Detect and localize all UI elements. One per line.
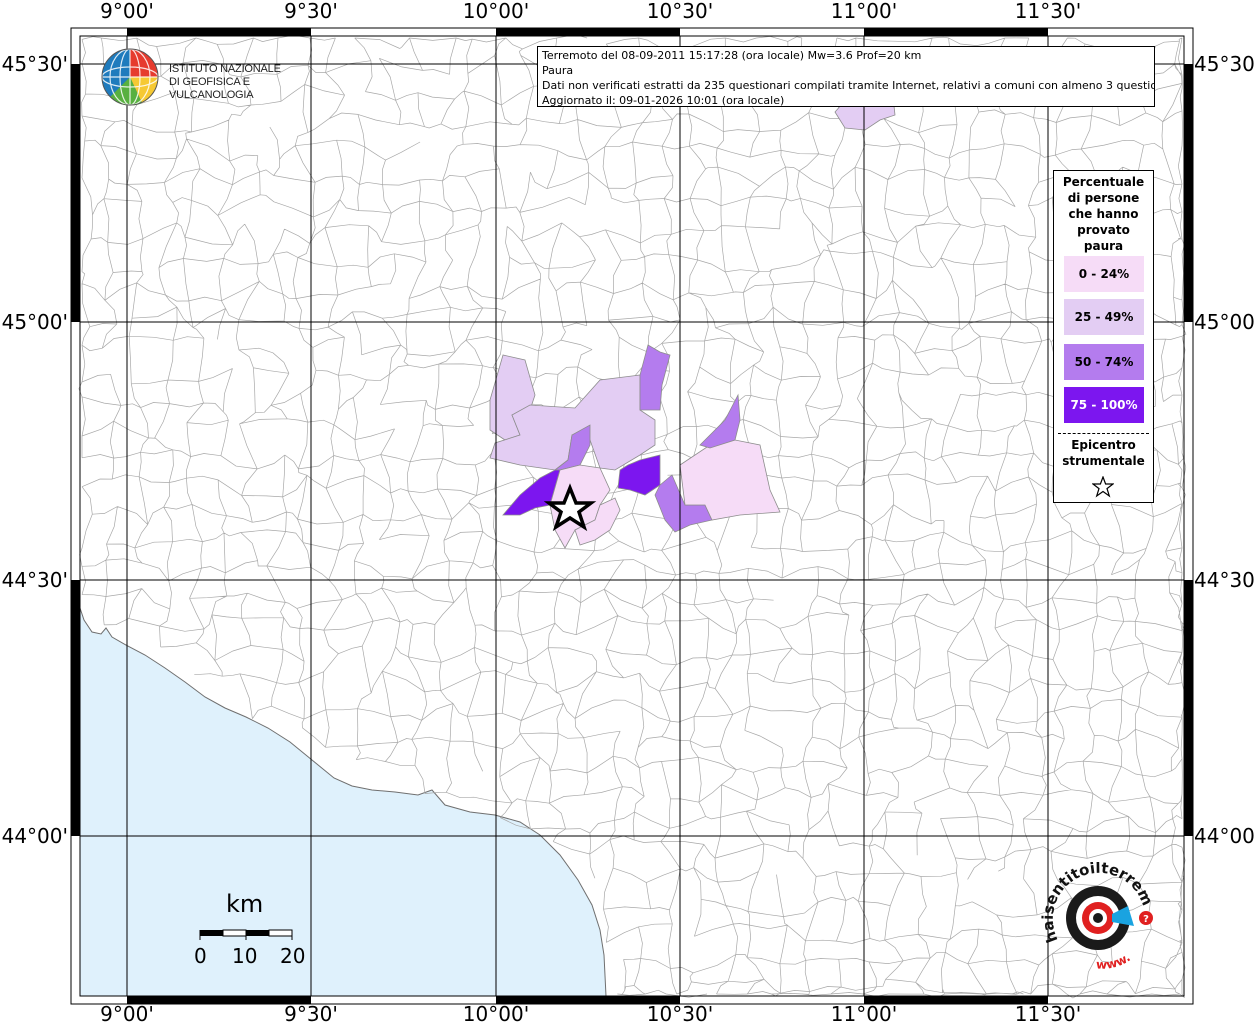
lat-label: 45°00' <box>1194 310 1256 334</box>
event-info-box: Terremoto del 08-09-2011 15:17:28 (ora l… <box>537 46 1155 107</box>
legend-class-label: 0 - 24% <box>1078 267 1130 281</box>
lon-label: 10°00' <box>463 1002 529 1024</box>
lon-label: 11°30' <box>1015 1002 1081 1024</box>
lon-label: 9°30' <box>284 0 338 23</box>
lat-label: 44°00' <box>2 824 68 848</box>
event-title: Terremoto del 08-09-2011 15:17:28 (ora l… <box>542 49 922 62</box>
scale-bar: km 0 10 20 <box>190 890 310 970</box>
lat-label: 44°00' <box>1194 824 1256 848</box>
lat-labels-left: 45°30' 45°00' 44°30' 44°00' <box>2 52 68 848</box>
lon-label: 9°00' <box>100 1002 154 1024</box>
legend-class-label: 25 - 49% <box>1074 310 1134 324</box>
lat-label: 45°00' <box>2 310 68 334</box>
legend-class-0-24: 0 - 24% <box>1064 256 1144 292</box>
scale-graphic <box>199 929 293 940</box>
legend-class-50-74: 50 - 74% <box>1064 344 1144 380</box>
ingv-line2: DI GEOFISICA E VULCANOLOGIA <box>169 76 254 101</box>
lat-label: 44°30' <box>1194 568 1256 592</box>
lat-labels-right: 45°30' 45°00' 44°30' 44°00' <box>1194 52 1256 848</box>
lon-label: 10°00' <box>463 0 529 23</box>
lon-label: 10°30' <box>647 1002 713 1024</box>
legend-class-label: 75 - 100% <box>1070 398 1138 412</box>
globe-icon <box>101 48 159 106</box>
scale-tick-label: 20 <box>280 944 306 968</box>
ingv-logo: ISTITUTO NAZIONALE DI GEOFISICA E VULCAN… <box>100 47 310 109</box>
lon-label: 10°30' <box>647 0 713 23</box>
legend-divider <box>1058 433 1149 434</box>
hai-sentito-logo: haisentitoilterremoto.it www. ? <box>1036 862 1157 972</box>
legend-class-label: 50 - 74% <box>1074 355 1134 369</box>
scale-unit: km <box>226 890 264 918</box>
lon-label: 11°30' <box>1015 0 1081 23</box>
lon-labels-bottom: 9°00' 9°30' 10°00' 10°30' 11°00' 11°30' <box>100 1002 1081 1024</box>
legend-class-75-100: 75 - 100% <box>1064 387 1144 423</box>
event-parameter: Paura <box>542 64 574 77</box>
lon-label: 11°00' <box>831 0 897 23</box>
lat-label: 45°30' <box>1194 52 1256 76</box>
legend-epicenter-label: Epicentro strumentale <box>1062 438 1145 468</box>
scale-tick-label: 10 <box>232 944 258 968</box>
ingv-line1: ISTITUTO NAZIONALE <box>169 63 281 75</box>
scale-tick-label: 0 <box>194 944 207 968</box>
hai-sentito-www: www. <box>1096 950 1133 971</box>
lon-labels-top: 9°00' 9°30' 10°00' 10°30' 11°00' 11°30' <box>100 0 1081 23</box>
lon-label: 9°00' <box>100 0 154 23</box>
legend-star-icon <box>1092 476 1114 498</box>
lat-label: 45°30' <box>2 52 68 76</box>
lon-label: 9°30' <box>284 1002 338 1024</box>
event-note: Dati non verificati estratti da 235 ques… <box>542 79 1155 92</box>
legend: Percentuale di persone che hanno provato… <box>1053 170 1154 503</box>
lon-label: 11°00' <box>831 1002 897 1024</box>
event-updated: Aggiornato il: 09-01-2026 10:01 (ora loc… <box>542 94 785 107</box>
lat-label: 44°30' <box>2 568 68 592</box>
legend-class-25-49: 25 - 49% <box>1064 299 1144 335</box>
svg-text:?: ? <box>1143 914 1149 925</box>
legend-title: Percentuale di persone che hanno provato… <box>1062 175 1145 253</box>
